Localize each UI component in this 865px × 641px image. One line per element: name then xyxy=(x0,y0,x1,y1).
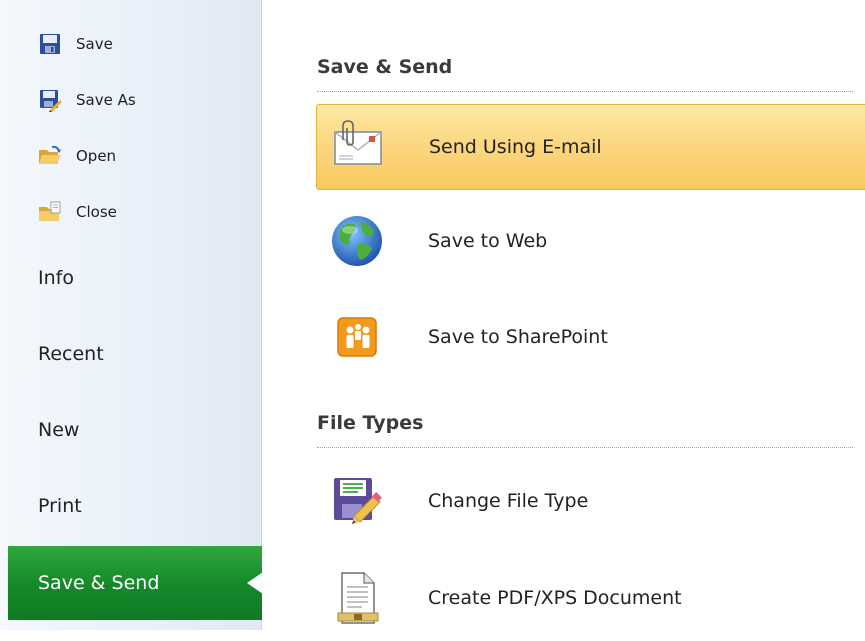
close-folder-icon xyxy=(39,201,61,221)
tab-new[interactable]: New xyxy=(38,415,79,445)
tab-recent[interactable]: Recent xyxy=(38,339,104,369)
option-change-file-type-label: Change File Type xyxy=(428,490,589,512)
save-as-command-label: Save As xyxy=(76,91,136,109)
option-save-to-web[interactable]: Save to Web xyxy=(316,198,865,284)
save-command[interactable]: Save xyxy=(38,29,248,59)
option-send-using-email-label: Send Using E-mail xyxy=(429,136,602,158)
save-icon xyxy=(40,34,60,54)
tab-info[interactable]: Info xyxy=(38,263,74,293)
save-as-icon xyxy=(40,90,62,112)
sharepoint-icon xyxy=(337,317,377,357)
option-save-to-web-label: Save to Web xyxy=(428,230,548,252)
option-create-pdf-xps-label: Create PDF/XPS Document xyxy=(428,587,682,609)
option-send-using-email[interactable]: Send Using E-mail xyxy=(316,104,865,190)
close-command-label: Close xyxy=(76,203,117,221)
globe-icon xyxy=(332,216,382,266)
open-command[interactable]: Open xyxy=(38,141,248,171)
section-title-save-send: Save & Send xyxy=(317,56,453,78)
section-divider xyxy=(317,447,853,448)
close-command[interactable]: Close xyxy=(38,197,248,227)
section-title-file-types: File Types xyxy=(317,412,424,434)
option-save-to-sharepoint[interactable]: Save to SharePoint xyxy=(316,294,865,380)
change-file-type-icon xyxy=(334,478,382,524)
save-as-command[interactable]: Save As xyxy=(38,85,248,115)
open-command-label: Open xyxy=(76,147,117,165)
tab-save-and-send-label: Save & Send xyxy=(38,572,160,594)
option-change-file-type[interactable]: Change File Type xyxy=(316,458,865,544)
option-save-to-sharepoint-label: Save to SharePoint xyxy=(428,326,608,348)
tab-print[interactable]: Print xyxy=(38,491,82,521)
save-command-label: Save xyxy=(76,35,113,53)
option-create-pdf-xps[interactable]: Create PDF/XPS Document xyxy=(316,555,865,641)
email-icon xyxy=(334,120,382,165)
pdf-document-icon xyxy=(337,572,379,624)
open-folder-icon xyxy=(39,145,61,164)
tab-save-and-send[interactable]: Save & Send xyxy=(8,546,263,620)
section-divider xyxy=(317,91,853,92)
backstage-nav: Save Save As Open Close Info Recent New … xyxy=(0,0,263,630)
